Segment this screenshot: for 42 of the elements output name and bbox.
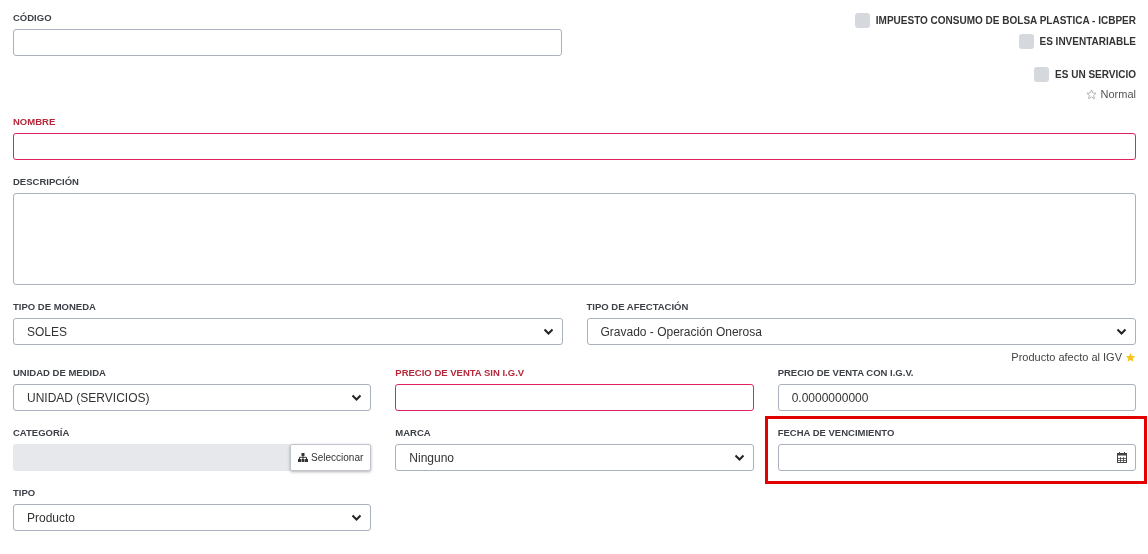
field-label: PRECIO DE VENTA CON I.G.V. xyxy=(777,367,915,378)
priority-label: Normal xyxy=(1100,88,1136,100)
field-label: CÓDIGO xyxy=(13,12,53,23)
field-label: TIPO xyxy=(13,487,37,498)
field-label: UNIDAD DE MEDIDA xyxy=(13,367,107,378)
text-area[interactable] xyxy=(13,193,1136,285)
hint-text: Producto afecto al IGV xyxy=(1011,351,1122,363)
chevron-down-icon xyxy=(1116,327,1127,336)
select-field[interactable]: Ninguno xyxy=(395,444,754,471)
select-field[interactable]: SOLES xyxy=(13,318,563,345)
checkbox-label: IMPUESTO CONSUMO DE BOLSA PLASTICA - ICBPER xyxy=(875,15,1136,26)
field-label: CATEGORÍA xyxy=(13,427,71,438)
checkbox[interactable] xyxy=(1018,34,1034,49)
calendar-icon xyxy=(1117,452,1127,463)
checkbox-label: ES INVENTARIABLE xyxy=(1039,36,1136,47)
checkbox-label: ES UN SERVICIO xyxy=(1055,69,1136,80)
star-icon xyxy=(1125,351,1136,363)
field-label: MARCA xyxy=(395,427,432,438)
date-field[interactable] xyxy=(777,444,1136,471)
chevron-down-icon xyxy=(733,453,745,462)
chevron-down-icon xyxy=(351,393,363,402)
select-field[interactable]: Gravado - Operación Onerosa xyxy=(586,318,1136,345)
input-field[interactable] xyxy=(13,133,1136,160)
select-field[interactable]: Producto xyxy=(13,504,372,531)
field-label: TIPO DE AFECTACIÓN xyxy=(586,301,690,312)
category-field[interactable] xyxy=(13,444,291,471)
field-label: DESCRIPCIÓN xyxy=(13,176,80,187)
field-label: NOMBRE xyxy=(13,116,57,127)
checkbox[interactable] xyxy=(854,13,870,28)
field-label: TIPO DE MONEDA xyxy=(13,301,97,312)
star-icon[interactable] xyxy=(1085,88,1097,100)
input-field[interactable] xyxy=(395,384,754,411)
input-field[interactable] xyxy=(13,29,562,56)
select-field[interactable]: UNIDAD (SERVICIOS) xyxy=(13,384,372,411)
chevron-down-icon xyxy=(542,327,554,336)
chevron-down-icon xyxy=(351,513,363,522)
select-button[interactable]: Seleccionar xyxy=(290,444,372,471)
input-field[interactable]: 0.0000000000 xyxy=(777,384,1136,411)
checkbox[interactable] xyxy=(1034,67,1050,82)
field-label: FECHA DE VENCIMIENTO xyxy=(777,427,896,438)
field-label: PRECIO DE VENTA SIN I.G.V xyxy=(395,367,526,378)
hierarchy-icon xyxy=(298,453,309,462)
